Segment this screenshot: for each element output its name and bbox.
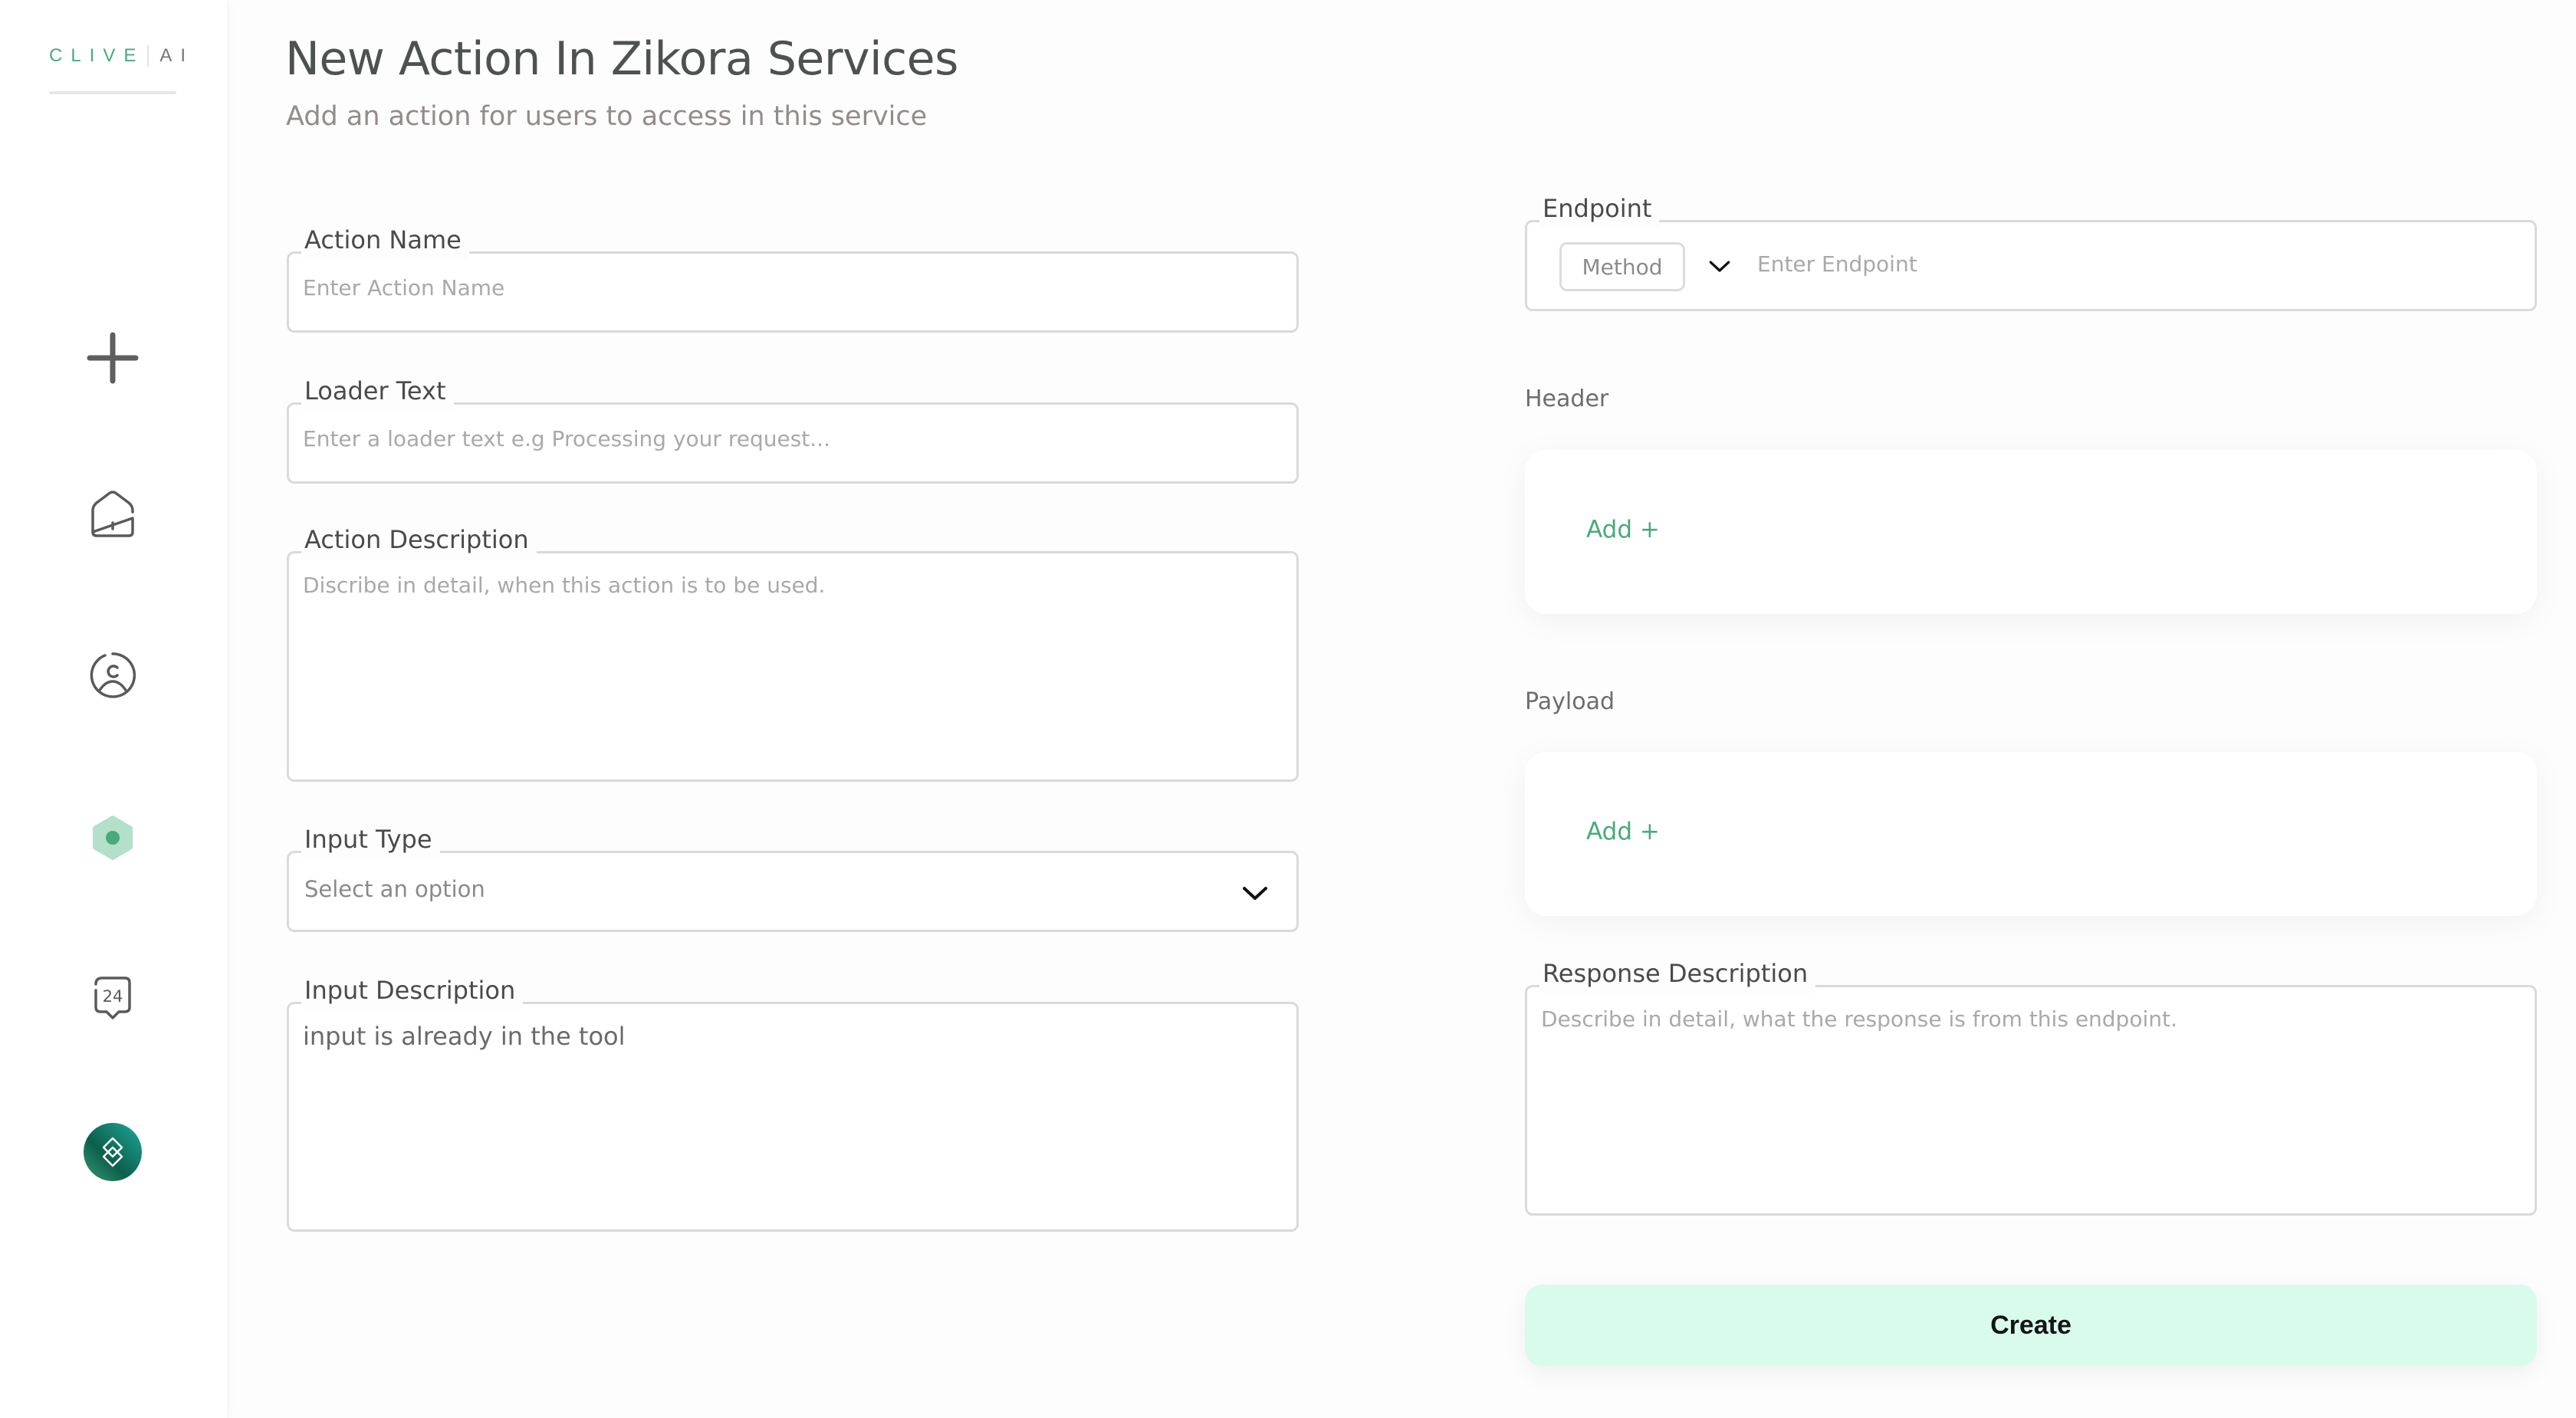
sidebar-item-new[interactable]: [82, 327, 143, 389]
input-type-label: Input Type: [301, 822, 440, 859]
avatar-logo-icon: [84, 1123, 142, 1181]
action-name-input[interactable]: [303, 275, 1283, 300]
endpoint-input[interactable]: [1757, 251, 2509, 277]
payload-card: Add +: [1525, 752, 2537, 916]
page-title: New Action In Zikora Services: [285, 32, 958, 86]
response-description-label: Response Description: [1539, 957, 1816, 993]
sidebar-item-support[interactable]: 24: [82, 967, 143, 1029]
plus-icon: [87, 332, 139, 384]
action-description-label: Action Description: [301, 523, 537, 560]
chevron-down-icon: [1243, 887, 1267, 900]
logo-divider: [49, 91, 176, 94]
method-label: Method: [1582, 254, 1663, 280]
input-description-field: Input Description input is already in th…: [287, 973, 1299, 1232]
endpoint-field: Endpoint Method: [1525, 192, 2537, 311]
brand-logo: CLIVE AI: [49, 43, 194, 69]
method-select[interactable]: Method: [1559, 242, 1685, 291]
input-description-label: Input Description: [301, 973, 524, 1010]
sidebar-item-account[interactable]: [82, 1121, 143, 1183]
input-type-selected: Select an option: [304, 876, 485, 902]
method-chevron-down-icon[interactable]: [1708, 259, 1731, 274]
page-subtitle: Add an action for users to access in thi…: [286, 101, 928, 132]
hexagon-icon: [93, 816, 133, 860]
loader-text-label: Loader Text: [301, 374, 454, 411]
brand-divider: [147, 45, 150, 67]
header-card: Add +: [1525, 450, 2537, 614]
brand-name: CLIVE: [49, 45, 145, 66]
add-header-button[interactable]: Add +: [1586, 516, 1660, 543]
action-description-field: Action Description: [287, 523, 1299, 782]
payload-section-label: Payload: [1525, 688, 1615, 715]
svg-text:24: 24: [103, 987, 123, 1006]
brand-suffix: AI: [159, 45, 195, 66]
input-type-select[interactable]: Input Type Select an option: [287, 822, 1299, 932]
response-description-textarea[interactable]: [1541, 1004, 2521, 1200]
support-24-icon: 24: [94, 977, 131, 1019]
action-name-field: Action Name: [287, 223, 1299, 333]
loader-text-input[interactable]: [303, 426, 1283, 451]
sidebar-item-home[interactable]: [82, 483, 143, 544]
loader-text-field: Loader Text: [287, 374, 1299, 484]
user-icon: [90, 652, 136, 698]
response-description-field: Response Description: [1525, 957, 2537, 1216]
create-button[interactable]: Create: [1525, 1285, 2537, 1366]
header-section-label: Header: [1525, 386, 1609, 412]
input-description-textarea[interactable]: input is already in the tool: [303, 1021, 1283, 1216]
action-name-label: Action Name: [301, 223, 469, 260]
add-payload-button[interactable]: Add +: [1586, 818, 1660, 845]
sidebar-item-profile[interactable]: [82, 645, 143, 706]
endpoint-label: Endpoint: [1539, 192, 1660, 228]
sidebar: CLIVE AI 24: [0, 0, 227, 1418]
sidebar-item-services[interactable]: [82, 807, 143, 868]
action-description-textarea[interactable]: [303, 570, 1283, 766]
home-icon: [91, 491, 134, 537]
